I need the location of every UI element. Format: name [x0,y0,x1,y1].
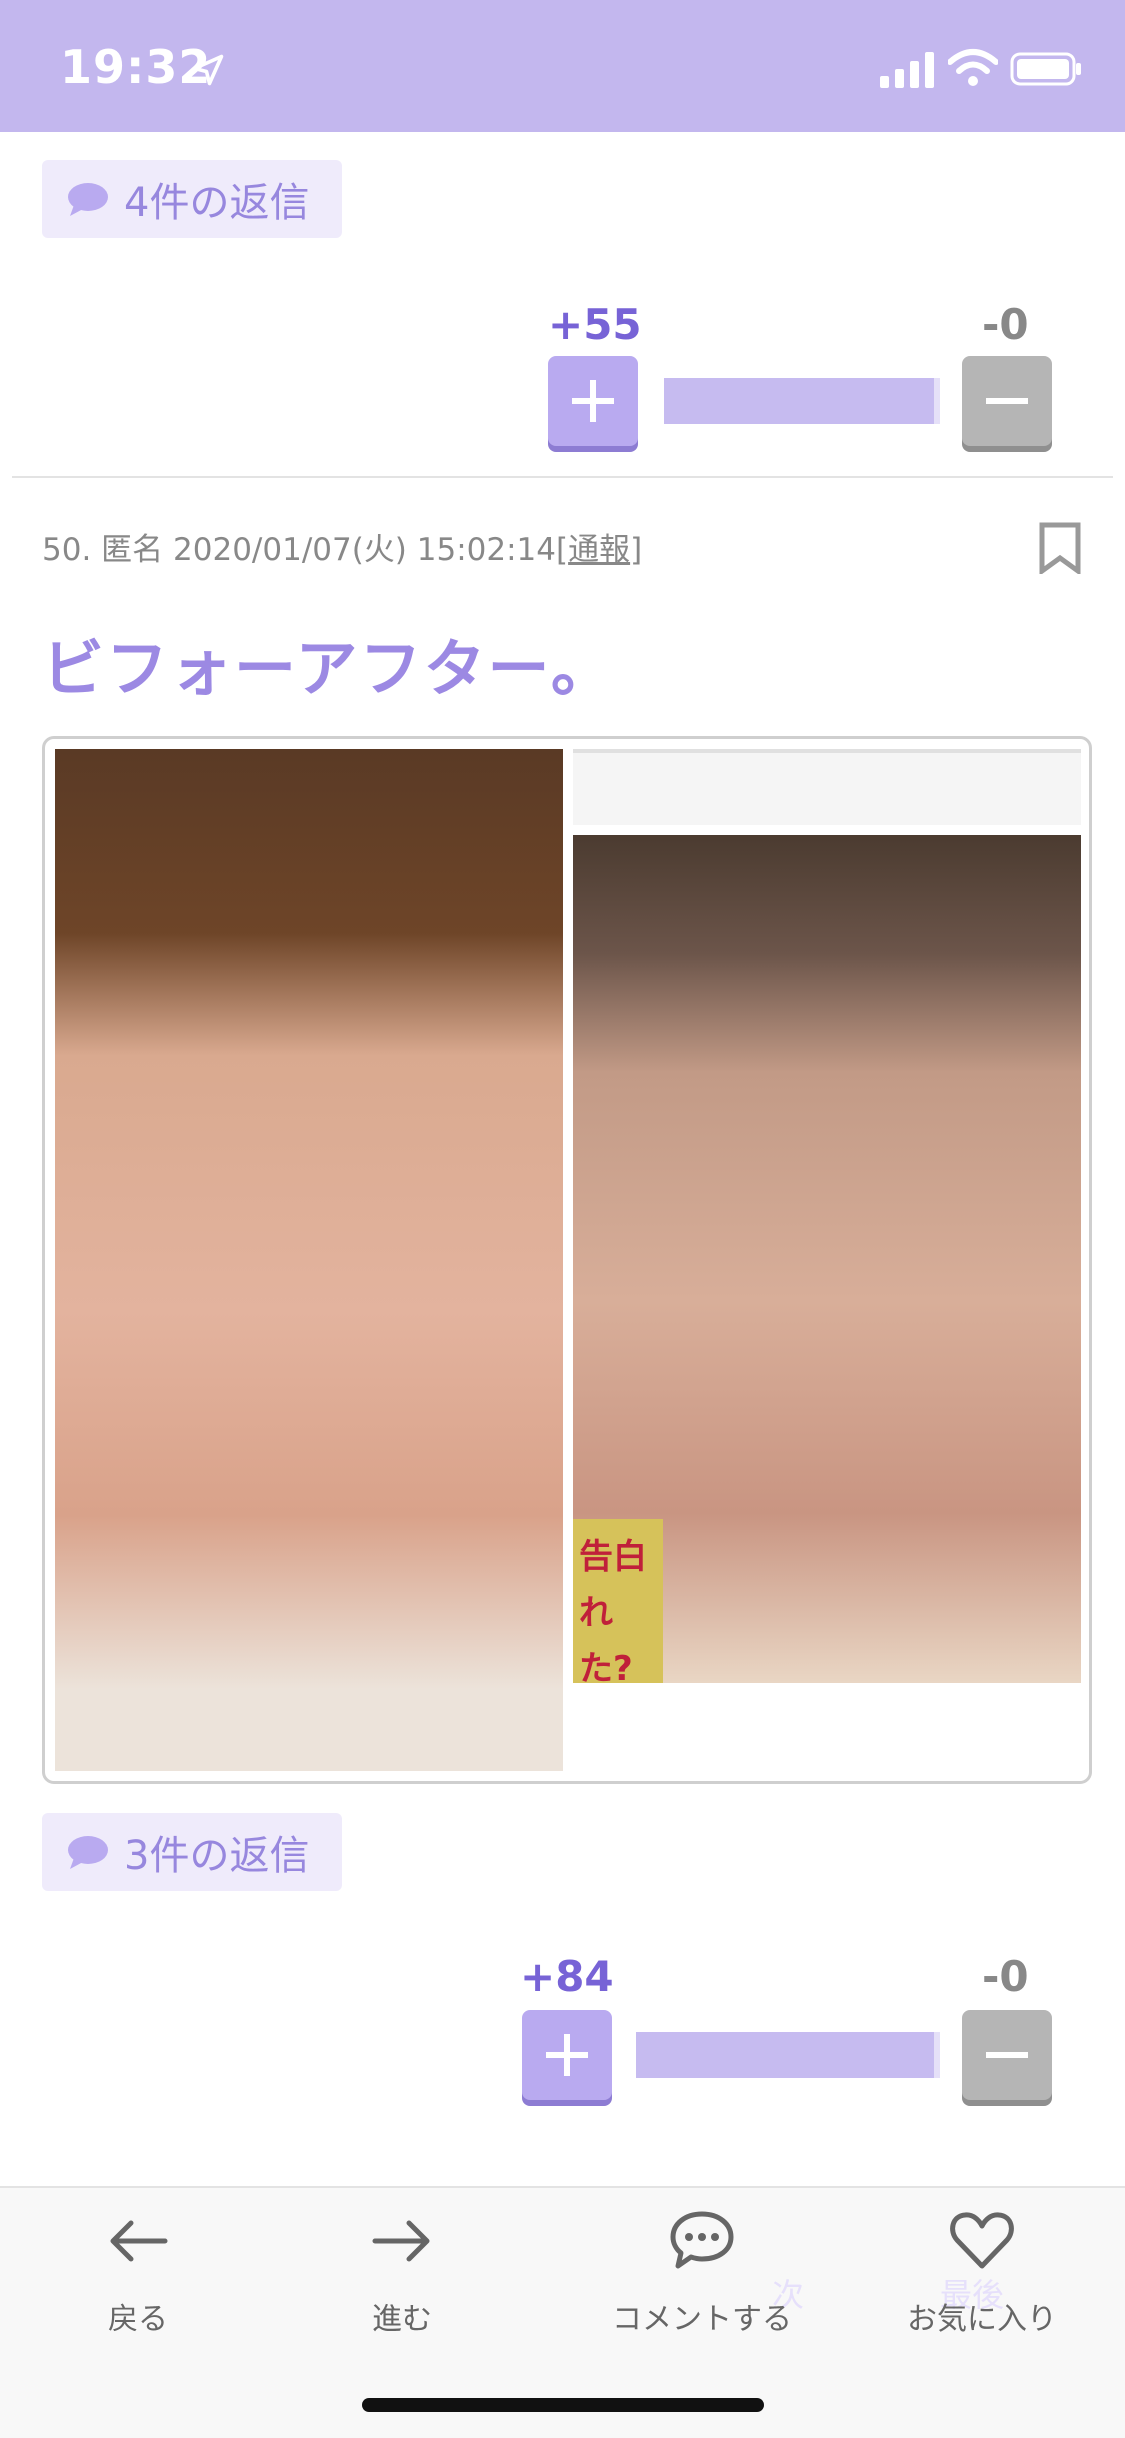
upvote-button[interactable] [548,356,638,446]
comment-label: コメントする [612,2302,792,2337]
wifi-icon [948,49,998,86]
plus-icon [546,2034,588,2076]
favorite-button[interactable]: お気に入り [872,2206,1092,2338]
arrow-right-icon [372,2220,430,2262]
comment-icon [670,2211,734,2269]
status-time: 19:32 [60,40,212,94]
replies-label: 4件の返信 [124,180,310,226]
vote-ratio-bar [636,2032,940,2078]
post-meta: 50. 匿名 2020/01/07(火) 15:02:14[通報] [42,524,642,569]
tv-caption: 告白 れた? [573,1519,663,1689]
upvote-button[interactable] [522,2010,612,2100]
cellular-signal-icon [880,52,934,88]
downvote-button[interactable] [962,356,1052,446]
post-author: 匿名 [101,532,164,568]
report-bracket-open: [ [555,532,569,568]
post-datetime: 2020/01/07(火) 15:02:14 [173,532,556,568]
downvote-button[interactable] [962,2010,1052,2100]
plus-icon [572,380,614,422]
post-title: ビフォーアフター。 [42,632,615,705]
arrow-left-icon [110,2220,168,2262]
comment-button[interactable]: コメントする [592,2206,812,2338]
upvote-count: +84 [520,1952,614,2001]
post-number: 50. [42,532,92,568]
vote-ratio-bar [664,378,940,424]
back-label: 戻る [108,2302,168,2337]
replies-button[interactable]: 4件の返信 [42,160,342,238]
post-image[interactable]: 告白 れた? [42,736,1092,1784]
replies-label: 3件の返信 [124,1833,310,1879]
heart-icon [950,2212,1014,2269]
downvote-count: -0 [982,1952,1029,2001]
report-bracket-close: ] [630,532,643,568]
forward-button[interactable]: 進む [292,2206,512,2338]
location-arrow-icon [192,54,224,86]
back-button[interactable]: 戻る [28,2206,248,2338]
bookmark-icon[interactable] [1038,522,1082,574]
photo-header-strip [573,749,1081,825]
report-link[interactable]: 通報 [568,532,630,568]
tv-caption-text: 告白 れた? [579,1537,647,1689]
downvote-count: -0 [982,300,1029,349]
status-bar: 19:32 [0,0,1125,132]
speech-bubble-icon [68,183,108,216]
home-indicator [362,2398,764,2412]
forward-label: 進む [372,2302,432,2337]
upvote-count: +55 [548,300,642,349]
replies-button[interactable]: 3件の返信 [42,1813,342,1891]
post-divider [12,476,1113,478]
minus-icon [986,2052,1028,2058]
favorite-label: お気に入り [907,2302,1057,2337]
before-photo [55,749,563,1771]
battery-icon [1010,52,1081,86]
minus-icon [986,398,1028,404]
speech-bubble-icon [68,1836,108,1869]
